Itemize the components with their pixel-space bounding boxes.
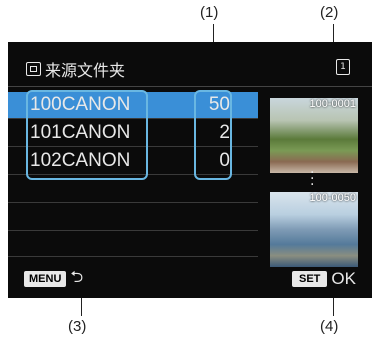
callout-3: (3) bbox=[68, 318, 87, 335]
menu-back-button[interactable]: MENU ⮌ bbox=[24, 267, 83, 289]
screen-title-text: 来源文件夹 bbox=[45, 61, 126, 80]
image-count-outline bbox=[194, 90, 232, 180]
thumbnail-label: 100-0050 bbox=[309, 192, 357, 204]
first-image-thumbnail: 100-0001 bbox=[270, 98, 358, 173]
last-image-thumbnail: 100-0050 bbox=[270, 192, 358, 267]
set-ok-button[interactable]: SET OK bbox=[292, 269, 356, 289]
row-divider bbox=[8, 202, 258, 203]
menu-key: MENU bbox=[24, 271, 67, 287]
ok-label: OK bbox=[331, 269, 356, 288]
title-divider bbox=[8, 86, 372, 87]
thumbnail-label: 100-0001 bbox=[309, 98, 357, 110]
folder-names-outline bbox=[26, 90, 148, 180]
row-divider bbox=[8, 256, 258, 257]
callout-1: (1) bbox=[200, 4, 219, 21]
callout-2: (2) bbox=[320, 4, 339, 21]
callout-4: (4) bbox=[320, 318, 339, 335]
folder-icon bbox=[26, 62, 41, 76]
screen-title: 来源文件夹 bbox=[26, 57, 125, 81]
camera-screen: 来源文件夹 1 100CANON 50 101CANON 2 102CANON … bbox=[8, 42, 372, 298]
row-divider bbox=[8, 230, 258, 231]
card-slot-icon: 1 bbox=[336, 59, 350, 75]
return-arrow-icon: ⮌ bbox=[70, 266, 84, 286]
set-key: SET bbox=[292, 271, 328, 287]
ellipsis-icon: · · · bbox=[310, 165, 315, 193]
